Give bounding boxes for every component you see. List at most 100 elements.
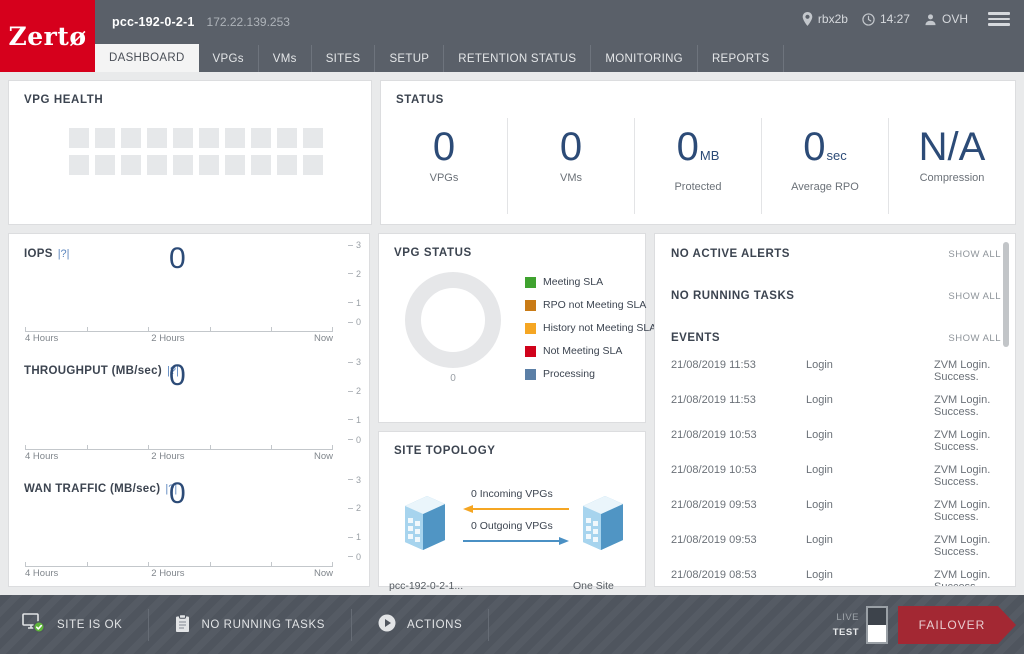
- running-tasks-item[interactable]: NO RUNNING TASKS: [149, 609, 352, 641]
- tab-retention-status[interactable]: RETENTION STATUS: [444, 45, 591, 72]
- vpg-status-panel: VPG STATUS 0 Meeting SLA RPO not Meeting…: [378, 233, 646, 423]
- vpg-health-tile[interactable]: [121, 128, 141, 148]
- iops-xlabel: 2 Hours: [151, 333, 184, 344]
- vpg-health-tile[interactable]: [121, 155, 141, 175]
- event-row[interactable]: 21/08/2019 11:53 Login ZVM Login. Succes…: [671, 353, 1001, 388]
- tab-monitoring[interactable]: MONITORING: [591, 45, 698, 72]
- time-indicator: 14:27: [862, 12, 910, 26]
- vpg-health-panel: VPG HEALTH: [8, 80, 372, 225]
- running-tasks-show-all-link[interactable]: SHOW ALL: [948, 291, 1001, 302]
- remote-site-label: One Site: [573, 580, 614, 592]
- event-row[interactable]: 21/08/2019 09:53 Login ZVM Login. Succes…: [671, 528, 1001, 563]
- events-list: 21/08/2019 11:53 Login ZVM Login. Succes…: [671, 353, 1001, 587]
- switch-test-position[interactable]: [868, 625, 886, 642]
- hamburger-menu-icon[interactable]: [988, 12, 1010, 26]
- time-label: 14:27: [880, 12, 910, 26]
- active-alerts-show-all-link[interactable]: SHOW ALL: [948, 249, 1001, 260]
- vpg-health-tile[interactable]: [303, 128, 323, 148]
- vpg-health-tile[interactable]: [147, 155, 167, 175]
- event-time: 21/08/2019 10:53: [671, 429, 806, 453]
- vpg-health-tile[interactable]: [173, 128, 193, 148]
- legend-item-not-meeting-sla[interactable]: Not Meeting SLA: [525, 345, 656, 357]
- vpg-health-tile[interactable]: [199, 128, 219, 148]
- event-type: Login: [806, 464, 934, 488]
- dashboard-content: VPG HEALTH: [0, 72, 1024, 595]
- legend-item-history-not-meeting-sla[interactable]: History not Meeting SLA: [525, 322, 656, 334]
- zerto-logo[interactable]: Zertø: [0, 0, 95, 72]
- vpg-health-tile[interactable]: [199, 155, 219, 175]
- wan-traffic-ytick: 2: [348, 503, 361, 513]
- tab-sites[interactable]: SITES: [312, 45, 376, 72]
- event-row[interactable]: 21/08/2019 09:53 Login ZVM Login. Succes…: [671, 493, 1001, 528]
- legend-item-rpo-not-meeting-sla[interactable]: RPO not Meeting SLA: [525, 299, 656, 311]
- live-test-labels: LIVE TEST: [833, 612, 859, 638]
- local-site-building-icon[interactable]: [397, 492, 449, 559]
- wan-traffic-chart: WAN TRAFFIC (MB/sec) |?| 0 3 2 1 0: [9, 469, 369, 586]
- vpg-health-tile[interactable]: [277, 155, 297, 175]
- vpg-health-tile[interactable]: [173, 155, 193, 175]
- event-row[interactable]: 21/08/2019 10:53 Login ZVM Login. Succes…: [671, 423, 1001, 458]
- vpg-health-tile[interactable]: [225, 155, 245, 175]
- vpg-health-tile[interactable]: [95, 155, 115, 175]
- actions-item[interactable]: ACTIONS: [352, 609, 489, 641]
- vpg-health-tile[interactable]: [251, 128, 271, 148]
- iops-y-axis: 3 2 1 0: [333, 240, 361, 327]
- tab-dashboard[interactable]: DASHBOARD: [95, 44, 199, 72]
- remote-site-building-icon[interactable]: [575, 492, 627, 559]
- event-row[interactable]: 21/08/2019 10:53 Login ZVM Login. Succes…: [671, 458, 1001, 493]
- vpg-health-tile[interactable]: [277, 128, 297, 148]
- status-panel: STATUS 0 VPGs 0 VMs 0 MB: [380, 80, 1016, 225]
- vpg-health-tile[interactable]: [147, 128, 167, 148]
- play-circle-icon: [378, 614, 396, 635]
- legend-label-processing: Processing: [543, 368, 595, 380]
- events-scrollbar[interactable]: [1003, 242, 1009, 572]
- vpg-health-tile[interactable]: [95, 128, 115, 148]
- status-label-vpgs: VPGs: [430, 172, 459, 184]
- site-status-item[interactable]: SITE IS OK: [0, 609, 149, 641]
- tab-setup[interactable]: SETUP: [375, 45, 444, 72]
- iops-ytick: 0: [348, 317, 361, 327]
- events-show-all-link[interactable]: SHOW ALL: [948, 333, 1001, 344]
- throughput-xlabel: 4 Hours: [25, 451, 58, 462]
- event-type: Login: [806, 394, 934, 418]
- vpg-health-tile[interactable]: [69, 128, 89, 148]
- site-status-icon: [22, 613, 46, 636]
- live-test-switch[interactable]: [866, 606, 888, 644]
- wan-traffic-xlabel: 4 Hours: [25, 568, 58, 579]
- iops-ytick: 2: [348, 269, 361, 279]
- user-indicator[interactable]: OVH: [924, 12, 968, 26]
- zerto-logo-text: Zertø: [8, 22, 86, 51]
- event-description: ZVM Login. Success.: [934, 499, 1001, 523]
- vpg-health-tile[interactable]: [303, 155, 323, 175]
- vpg-health-tile[interactable]: [69, 155, 89, 175]
- event-row[interactable]: 21/08/2019 11:53 Login ZVM Login. Succes…: [671, 388, 1001, 423]
- running-tasks-title: NO RUNNING TASKS: [671, 290, 794, 302]
- status-value-compression: N/A: [919, 124, 986, 170]
- donut-total-count: 0: [397, 373, 509, 384]
- live-test-toggle[interactable]: LIVE TEST: [833, 606, 888, 644]
- legend-item-processing[interactable]: Processing: [525, 368, 656, 380]
- event-time: 21/08/2019 11:53: [671, 359, 806, 383]
- wan-traffic-ytick: 0: [348, 552, 361, 562]
- event-time: 21/08/2019 10:53: [671, 464, 806, 488]
- failover-button-label: FAILOVER: [898, 606, 1016, 644]
- event-row[interactable]: 21/08/2019 08:53 Login ZVM Login. Succes…: [671, 563, 1001, 587]
- status-value-vpgs: 0: [433, 124, 455, 170]
- failover-button[interactable]: FAILOVER: [898, 606, 1016, 644]
- vpg-health-tile[interactable]: [251, 155, 271, 175]
- site-identity: pcc-192-0-2-1 172.22.139.253: [112, 15, 290, 29]
- vpg-health-title: VPG HEALTH: [9, 81, 371, 106]
- switch-live-position[interactable]: [868, 608, 886, 625]
- vpg-health-tile[interactable]: [225, 128, 245, 148]
- throughput-ytick: 0: [348, 435, 361, 445]
- tab-vpgs[interactable]: VPGs: [199, 45, 259, 72]
- status-unit-average-rpo: sec: [827, 133, 847, 179]
- legend-item-meeting-sla[interactable]: Meeting SLA: [525, 276, 656, 288]
- events-scrollbar-thumb[interactable]: [1003, 242, 1009, 347]
- tab-vms[interactable]: VMs: [259, 45, 312, 72]
- iops-ytick: 3: [348, 240, 361, 250]
- wan-traffic-xlabel: 2 Hours: [151, 568, 184, 579]
- tab-reports[interactable]: REPORTS: [698, 45, 784, 72]
- legend-label-rpo-not-meeting-sla: RPO not Meeting SLA: [543, 299, 646, 311]
- iops-help-icon[interactable]: |?|: [58, 248, 70, 260]
